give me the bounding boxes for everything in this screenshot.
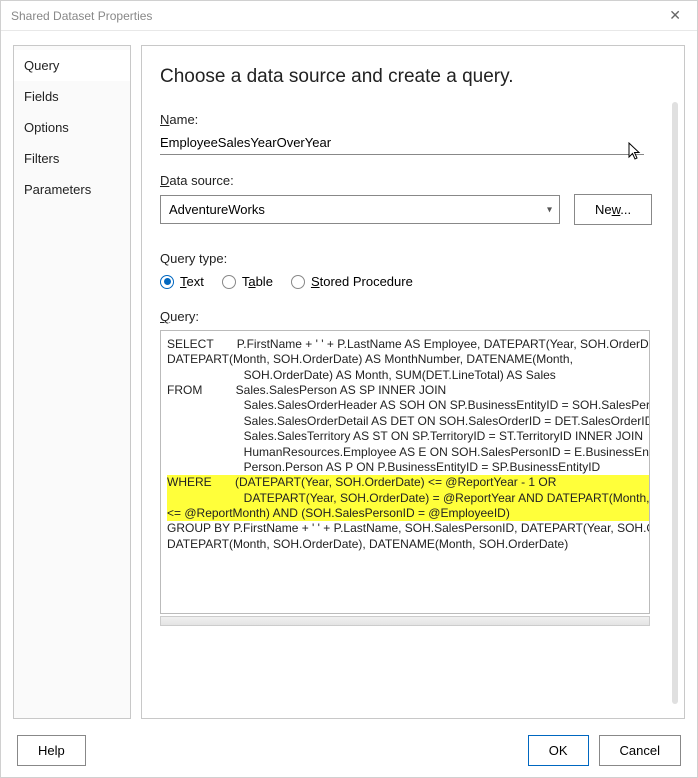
querytype-label: Query type: — [160, 251, 666, 266]
query-textarea[interactable]: SELECT P.FirstName + ' ' + P.LastName AS… — [160, 330, 650, 614]
radio-off-icon — [222, 275, 236, 289]
nav-item-parameters[interactable]: Parameters — [14, 174, 130, 205]
querytype-storedproc[interactable]: Stored Procedure — [291, 274, 413, 289]
pane-scrollbar[interactable] — [672, 102, 678, 704]
nav-item-fields[interactable]: Fields — [14, 81, 130, 112]
datasource-label: Data source: — [160, 173, 666, 188]
datasource-select[interactable] — [160, 195, 560, 224]
content-pane: Choose a data source and create a query.… — [141, 45, 685, 719]
help-button[interactable]: Help — [17, 735, 86, 766]
close-icon[interactable]: ✕ — [661, 3, 689, 28]
query-scrollbar-h[interactable] — [160, 616, 650, 626]
querytype-text[interactable]: Text — [160, 274, 204, 289]
nav-item-filters[interactable]: Filters — [14, 143, 130, 174]
window-title: Shared Dataset Properties — [11, 9, 152, 23]
new-datasource-button[interactable]: New... — [574, 194, 652, 225]
nav-item-query[interactable]: Query — [14, 50, 130, 81]
radio-on-icon — [160, 275, 174, 289]
nav-panel: Query Fields Options Filters Parameters — [13, 45, 131, 719]
ok-button[interactable]: OK — [528, 735, 589, 766]
radio-off-icon — [291, 275, 305, 289]
cancel-button[interactable]: Cancel — [599, 735, 681, 766]
nav-item-options[interactable]: Options — [14, 112, 130, 143]
name-input[interactable] — [160, 131, 644, 155]
pane-heading: Choose a data source and create a query. — [160, 66, 666, 88]
name-label: Name: — [160, 112, 666, 127]
query-label: Query: — [160, 309, 666, 324]
querytype-table[interactable]: Table — [222, 274, 273, 289]
